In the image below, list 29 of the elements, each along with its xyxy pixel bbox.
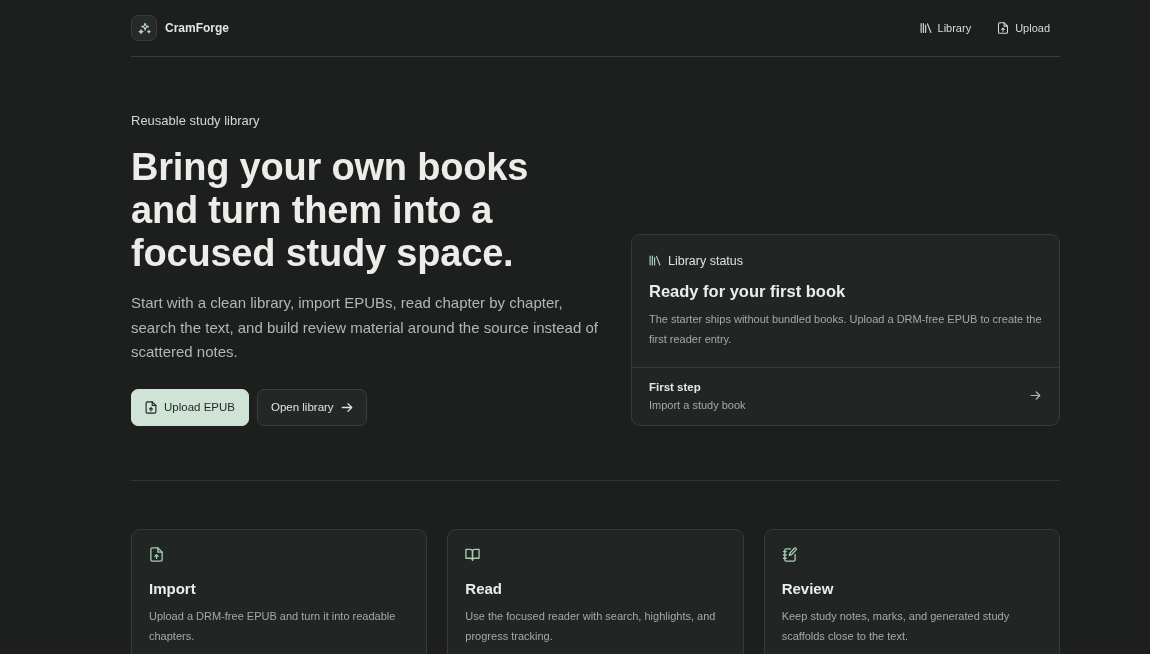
arrow-right-icon [340, 400, 353, 414]
feature-description: Keep study notes, marks, and generated study scaffolds close to the text. [781, 608, 1011, 644]
book-icon [465, 546, 481, 562]
hero-description: Start with a clean library, import EPUBs, read chapter by chapter, search the text, and build review material around the source instead of scattered notes. [131, 293, 599, 362]
file-upload-icon [145, 400, 157, 414]
library-icon [919, 22, 932, 34]
feature-description: Use the focused reader with search, highlights, and progress tracking. [465, 608, 717, 644]
eyebrow-text: Reusable study library [131, 113, 261, 129]
feature-title: Import [149, 579, 197, 597]
feature-title: Review [781, 579, 835, 597]
arrow-right-icon [1030, 390, 1041, 401]
file-upload-icon [997, 22, 1010, 34]
brand-name: CramForge [165, 21, 229, 35]
status-title: Ready for your first book [649, 281, 847, 301]
feature-description: Upload a DRM-free EPUB and turn it into readable chapters. [149, 608, 397, 644]
notebook-pencil-icon [781, 546, 797, 562]
nav-link[interactable]: Upload [997, 22, 1050, 34]
nav-link[interactable]: Library [919, 22, 972, 34]
step-title: First step [649, 380, 702, 393]
library-icon [649, 255, 661, 266]
upload-button[interactable]: Upload EPUB [131, 388, 249, 426]
sparkle-icon [136, 20, 152, 36]
feature-title: Read [465, 579, 503, 597]
status-description: The starter ships without bundled books. Upload a DRM-free EPUB to create the first reader entry. [649, 311, 1042, 347]
step-text: Import a study book [649, 398, 746, 411]
hero-heading: Bring your own books and turn them into a focused study space. [131, 146, 530, 275]
file-upload-icon [149, 546, 164, 562]
status-label: Library status [668, 253, 744, 268]
open-library-button[interactable]: Open library [256, 388, 367, 426]
